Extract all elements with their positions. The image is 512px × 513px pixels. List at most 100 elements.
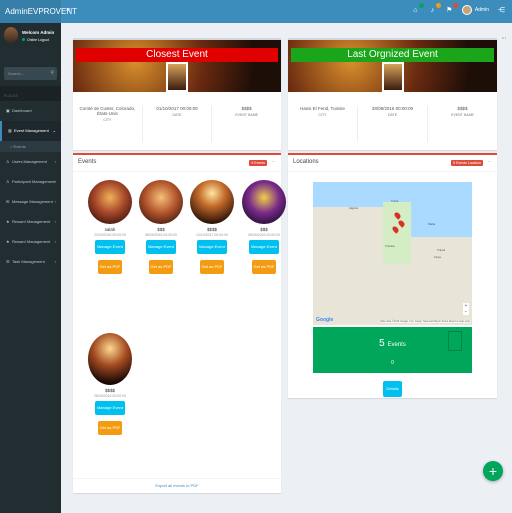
flag-icon[interactable]: ⚑ — [445, 2, 458, 15]
details-button[interactable]: Details — [383, 381, 402, 397]
last-event-photo — [381, 62, 404, 92]
event-name: $$$$ — [206, 227, 217, 232]
chevron-left-icon: ‹ — [54, 219, 56, 224]
sidebar-item-reward-management-1[interactable]: ★ Reward Management ‹ — [0, 212, 61, 232]
map-zoom-controls[interactable]: + − — [463, 303, 469, 315]
reward-icon: ★ — [6, 219, 10, 224]
events-count-sub: 0 — [391, 360, 394, 366]
event-image[interactable] — [139, 180, 183, 224]
sidebar-item-participant-management[interactable]: ♙ Participant Management ‹ — [0, 172, 61, 192]
export-all-pdf-link[interactable]: Export all events to PDF — [73, 478, 281, 488]
sidebar-item-message-management[interactable]: ✉ Message Management ‹ — [0, 192, 61, 212]
calendar-icon: ▦ — [8, 128, 12, 133]
closest-name-label: EVENT NAME — [235, 113, 259, 117]
bell-icon[interactable]: ♪ — [428, 2, 441, 15]
sidebar-item-task-management[interactable]: ☰ Task Management ‹ — [0, 252, 61, 272]
event-image[interactable] — [88, 180, 132, 224]
share-icon[interactable]: ⋲ — [497, 6, 506, 15]
manage-event-button[interactable]: Manage Event — [146, 240, 176, 254]
last-name-value: $$$$ — [457, 106, 468, 111]
search-icon[interactable]: ⚲ — [50, 67, 54, 80]
sidebar-search-input[interactable]: Search... ⚲ — [4, 67, 57, 80]
last-event-banner: Last Orgnized Event — [288, 40, 497, 92]
closest-event-banner: Closest Event — [73, 40, 281, 92]
manage-event-button[interactable]: Manage Event — [95, 401, 125, 415]
map-land — [313, 207, 383, 247]
last-city-value: Hassi El Ferid, Tunisie — [300, 106, 345, 111]
event-image[interactable] — [242, 180, 286, 224]
event-name: $$$ — [260, 227, 268, 232]
closest-event-title: Closest Event — [76, 48, 278, 62]
top-navbar: AdminEVPROVENT ≡ ⌂ ♪ ⚑ Admin ⋲ — [0, 0, 512, 23]
event-name: $$$ — [157, 227, 165, 232]
events-box-title: Events — [78, 159, 97, 165]
task-icon: ☰ — [6, 259, 10, 264]
closest-event-photo — [166, 62, 188, 92]
avatar — [461, 5, 472, 15]
map-label: Tripoli — [437, 248, 446, 252]
collapse-icon[interactable]: − — [488, 159, 491, 165]
event-image[interactable] — [88, 333, 132, 385]
google-logo: Google — [316, 317, 334, 323]
event-card: $$$ 08/09/2016 00:00:00 Manage Event Get… — [242, 180, 286, 274]
manage-event-button[interactable]: Manage Event — [95, 240, 125, 254]
event-date: 13/10/2017 00:00:00 — [195, 233, 229, 237]
events-count-box: 5 Events 0 — [313, 327, 472, 373]
manage-event-button[interactable]: Manage Event — [197, 240, 227, 254]
get-pdf-button[interactable]: Get as PDF — [252, 260, 276, 274]
users-icon: ♙ — [6, 159, 10, 164]
event-date: 08/09/2016 00:00:00 — [247, 233, 281, 237]
map-label: Tunis — [391, 199, 399, 203]
chevron-down-icon: ⌄ — [52, 128, 56, 133]
get-pdf-button[interactable]: Get as PDF — [200, 260, 224, 274]
user-status[interactable]: Online Logout — [22, 38, 54, 42]
sidebar-header: PLACES — [0, 86, 61, 101]
map-label: Tunisie — [385, 244, 395, 248]
closest-date-label: DATE — [172, 113, 182, 117]
sidebar-subitem-events[interactable]: ○ Events — [0, 141, 61, 152]
map-label: Malte — [428, 222, 436, 226]
chevron-left-icon: ‹ — [54, 239, 56, 244]
sidebar-item-reward-management-2[interactable]: ★ Reward Management ‹ — [0, 232, 61, 252]
events-box-header: Events 5 Events − — [73, 155, 281, 172]
home-icon[interactable]: ⌂ — [411, 2, 424, 15]
user-panel: Welcom Admin Online Logout — [0, 23, 61, 61]
get-pdf-button[interactable]: Get as PDF — [149, 260, 173, 274]
flag-badge — [452, 2, 458, 8]
sidebar-item-event-management[interactable]: ▦ Event Management ⌄ — [0, 121, 61, 141]
event-card: $$$ 08/09/2016 00:00:00 Manage Event Get… — [139, 180, 183, 274]
user-menu[interactable]: Admin — [461, 5, 489, 15]
sidebar: Welcom Admin Online Logout Search... ⚲ P… — [0, 23, 61, 513]
event-image[interactable] — [190, 180, 234, 224]
sidebar-toggle-icon[interactable]: ≡ — [66, 7, 70, 14]
app-brand[interactable]: AdminEVPROVENT — [0, 0, 77, 23]
breadcrumb[interactable]: ⌂ › — [502, 36, 506, 40]
last-date-label: DATE — [387, 113, 398, 117]
get-pdf-button[interactable]: Get as PDF — [98, 421, 122, 435]
event-card: $$$$ 13/10/2017 00:00:00 Manage Event Ge… — [190, 180, 234, 274]
sidebar-item-dashboard[interactable]: ▣ Dashboard — [0, 101, 61, 121]
locations-map[interactable]: Tunis Malte Algérie Tunisie Tripoli Liby… — [313, 182, 472, 325]
collapse-icon[interactable]: − — [272, 159, 275, 165]
locations-box-title: Locations — [293, 159, 319, 165]
navbar-right: ⌂ ♪ ⚑ Admin ⋲ — [411, 2, 506, 15]
closest-name-value: $$$$ — [241, 106, 252, 111]
manage-event-button[interactable]: Manage Event — [249, 240, 279, 254]
map-attribution[interactable]: Map data ©2016 Google, Inst. Geogr. Naci… — [380, 320, 470, 323]
add-fab-button[interactable]: + — [483, 461, 503, 481]
message-icon: ✉ — [6, 199, 10, 204]
last-name-label: EVENT NAME — [451, 113, 474, 117]
last-event-box: Last Orgnized Event Hassi El Ferid, Tuni… — [288, 38, 497, 150]
closest-event-box: Closest Event Comté de Custer, Colorado,… — [73, 38, 281, 150]
event-date: 08/09/2016 00:00:00 — [144, 233, 178, 237]
chevron-left-icon: ‹ — [54, 159, 56, 164]
last-city-label: CITY — [318, 113, 327, 117]
event-card: $$$$ 28/09/2016 00:00:00 Manage Event Ge… — [88, 333, 132, 435]
sidebar-item-users-management[interactable]: ♙ Users Management ‹ — [0, 152, 61, 172]
events-box: Events 5 Events − salah 22/09/2016 00:00… — [73, 153, 286, 493]
dashboard-icon: ▣ — [6, 108, 10, 113]
locations-box: Locations 5 Events Location − Tunis Malt… — [288, 153, 497, 398]
reward-icon: ★ — [6, 239, 10, 244]
get-pdf-button[interactable]: Get as PDF — [98, 260, 122, 274]
user-name: Admin — [474, 7, 489, 13]
